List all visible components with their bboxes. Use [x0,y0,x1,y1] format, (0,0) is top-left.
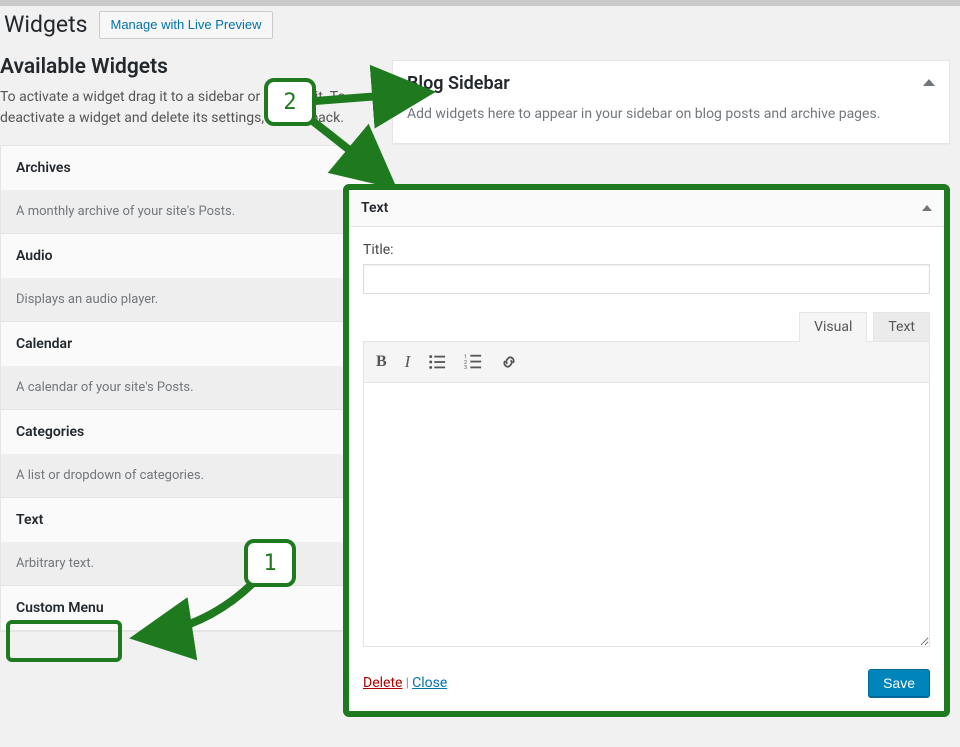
annotation-step-2: 2 [264,78,316,126]
available-widgets-title: Available Widgets [0,55,372,79]
bold-icon[interactable]: B [376,353,387,371]
editor-toolbar: B I 123 [363,341,930,383]
widget-desc: A calendar of your site's Posts. [1,366,371,409]
page-title: Widgets [4,11,87,38]
save-button[interactable]: Save [868,669,930,697]
widget-head[interactable]: Audio [1,234,371,278]
widget-item-categories: Categories A list or dropdown of categor… [1,410,371,498]
tab-visual[interactable]: Visual [799,312,867,342]
bulleted-list-icon[interactable] [428,353,446,371]
widget-item-audio: Audio Displays an audio player. [1,234,371,322]
live-preview-button[interactable]: Manage with Live Preview [99,11,272,39]
widget-head[interactable]: Text [1,498,371,542]
widget-desc: A list or dropdown of categories. [1,454,371,497]
svg-text:3: 3 [464,365,467,371]
widget-desc: Displays an audio player. [1,278,371,321]
sidebar-area-help: Add widgets here to appear in your sideb… [393,100,949,143]
text-widget-header[interactable]: Text [349,190,944,227]
annotation-arrow-2b [305,114,405,194]
link-icon[interactable] [500,353,518,371]
page-heading: Widgets Manage with Live Preview [0,6,960,49]
annotation-step-1: 1 [244,539,296,587]
caret-up-icon[interactable] [922,205,932,211]
widget-head[interactable]: Categories [1,410,371,454]
caret-up-icon[interactable] [923,79,935,86]
widget-title-label: Text [361,200,388,216]
text-widget-editor: Text Title: Visual Text B I 123 Delete [343,184,950,717]
delete-link[interactable]: Delete [363,675,402,691]
annotation-arrow-1 [120,576,280,656]
tab-text[interactable]: Text [873,312,930,342]
widget-item-text: Text Arbitrary text. [1,498,371,586]
widget-desc: A monthly archive of your site's Posts. [1,190,371,233]
numbered-list-icon[interactable]: 123 [464,353,482,371]
editor-textarea[interactable] [363,383,930,647]
title-field-label: Title: [363,242,930,258]
sidebar-areas-column: Blog Sidebar Add widgets here to appear … [392,55,960,144]
widget-item-calendar: Calendar A calendar of your site's Posts… [1,322,371,410]
close-link[interactable]: Close [412,675,447,691]
widget-footer-links: Delete | Close [363,675,447,691]
italic-icon[interactable]: I [405,352,411,372]
available-widgets-list: Archives A monthly archive of your site'… [0,145,372,632]
title-input[interactable] [363,264,930,294]
widget-head[interactable]: Calendar [1,322,371,366]
blog-sidebar-area[interactable]: Blog Sidebar Add widgets here to appear … [392,60,950,144]
